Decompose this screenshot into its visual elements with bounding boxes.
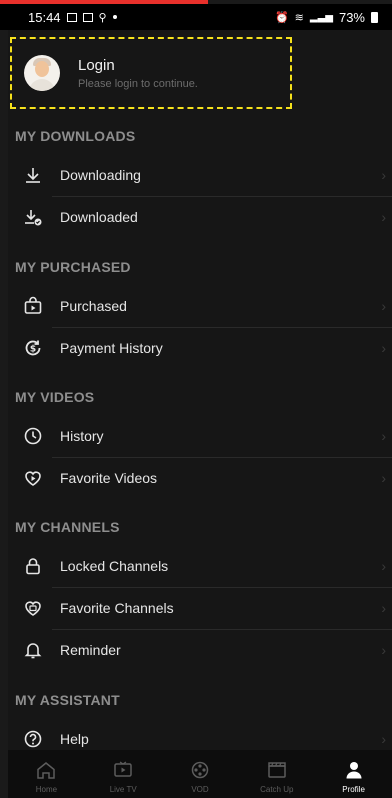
help-icon [22, 728, 44, 750]
chevron-right-icon: › [381, 731, 386, 747]
more-notifications-dot [112, 15, 117, 19]
shopping-bag-icon [22, 295, 44, 317]
status-left: 15:44 ⚲ [28, 10, 117, 25]
menu-item-downloading[interactable]: Downloading › [8, 154, 392, 196]
clapperboard-icon [268, 762, 286, 778]
chevron-right-icon: › [381, 558, 386, 574]
menu-item-label: Locked Channels [60, 558, 169, 574]
wifi-icon: ≋ [294, 11, 304, 24]
profile-menu: Login Please login to continue. MY DOWNL… [8, 30, 392, 750]
chevron-right-icon: › [381, 642, 386, 658]
login-card[interactable]: Login Please login to continue. [10, 37, 292, 109]
section-header-assistant: MY ASSISTANT [15, 692, 120, 708]
menu-item-label: Payment History [60, 340, 163, 356]
nav-vod[interactable]: VOD [162, 750, 239, 798]
login-title: Login [78, 56, 115, 74]
menu-item-label: Favorite Videos [60, 470, 158, 486]
nav-vod-label: VOD [191, 785, 209, 794]
section-header-purchased: MY PURCHASED [15, 259, 131, 275]
clock-icon [22, 425, 44, 447]
profile-icon [346, 762, 362, 779]
heart-play-icon [22, 467, 44, 489]
nav-live-tv-label: Live TV [109, 785, 137, 794]
nav-live-tv[interactable]: Live TV [85, 750, 162, 798]
status-bar: 15:44 ⚲ ⏰ ≋ ▂▃▅ 73% [0, 4, 392, 30]
menu-item-label: Downloading [60, 167, 141, 183]
nav-home-label: Home [35, 785, 58, 794]
downloaded-icon [22, 206, 44, 228]
cast-notification-icon [82, 12, 93, 22]
chevron-right-icon: › [381, 428, 386, 444]
menu-item-favorite-videos[interactable]: Favorite Videos › [8, 457, 392, 499]
menu-item-reminder[interactable]: Reminder › [8, 629, 392, 671]
avatar-head [35, 61, 49, 77]
lock-icon [22, 555, 44, 577]
chevron-right-icon: › [381, 298, 386, 314]
chevron-right-icon: › [381, 600, 386, 616]
section-header-videos: MY VIDEOS [15, 389, 95, 405]
section-header-channels: MY CHANNELS [15, 519, 120, 535]
menu-item-history[interactable]: History › [8, 415, 392, 457]
alarm-icon: ⏰ [274, 11, 289, 24]
battery-level: 73% [338, 9, 365, 25]
menu-item-label: Help [60, 731, 89, 747]
app-screen: 15:44 ⚲ ⏰ ≋ ▂▃▅ 73% Login Please login t… [0, 0, 392, 798]
bell-icon [22, 639, 44, 661]
payment-history-icon: $ [22, 337, 44, 359]
menu-item-payment-history[interactable]: $ Payment History › [8, 327, 392, 369]
location-notification-icon: ⚲ [98, 11, 107, 24]
nav-catch-up[interactable]: Catch Up [238, 750, 315, 798]
film-reel-icon [191, 761, 209, 779]
battery-icon [371, 11, 378, 23]
bottom-navigation: Home Live TV VOD Catch Up Profile [8, 750, 392, 798]
status-time: 15:44 [28, 9, 61, 25]
menu-item-favorite-channels[interactable]: Favorite Channels › [8, 587, 392, 629]
section-header-downloads: MY DOWNLOADS [15, 128, 136, 144]
gallery-notification-icon [66, 12, 77, 22]
home-icon [37, 762, 56, 779]
login-subtitle: Please login to continue. [78, 77, 198, 90]
chevron-right-icon: › [381, 340, 386, 356]
chevron-right-icon: › [381, 470, 386, 486]
avatar-body [29, 79, 55, 91]
menu-item-locked-channels[interactable]: Locked Channels › [8, 545, 392, 587]
svg-text:$: $ [30, 345, 36, 355]
live-tv-icon [114, 761, 132, 777]
nav-profile[interactable]: Profile [315, 750, 392, 798]
menu-item-label: Purchased [60, 298, 127, 314]
nav-home[interactable]: Home [8, 750, 85, 798]
menu-item-purchased[interactable]: Purchased › [8, 285, 392, 327]
heart-tv-icon [22, 597, 44, 619]
download-icon [22, 164, 44, 186]
login-text: Login Please login to continue. [78, 57, 198, 90]
status-right: ⏰ ≋ ▂▃▅ 73% [275, 10, 378, 25]
nav-catch-up-label: Catch Up [260, 785, 294, 794]
nav-profile-label: Profile [342, 785, 365, 794]
menu-item-label: Reminder [60, 642, 121, 658]
menu-item-downloaded[interactable]: Downloaded › [8, 196, 392, 238]
menu-item-label: Favorite Channels [60, 600, 174, 616]
menu-item-label: History [60, 428, 104, 444]
chevron-right-icon: › [381, 209, 386, 225]
chevron-right-icon: › [381, 167, 386, 183]
signal-icon: ▂▃▅ [309, 11, 333, 23]
avatar [24, 55, 60, 91]
menu-item-label: Downloaded [60, 209, 138, 225]
